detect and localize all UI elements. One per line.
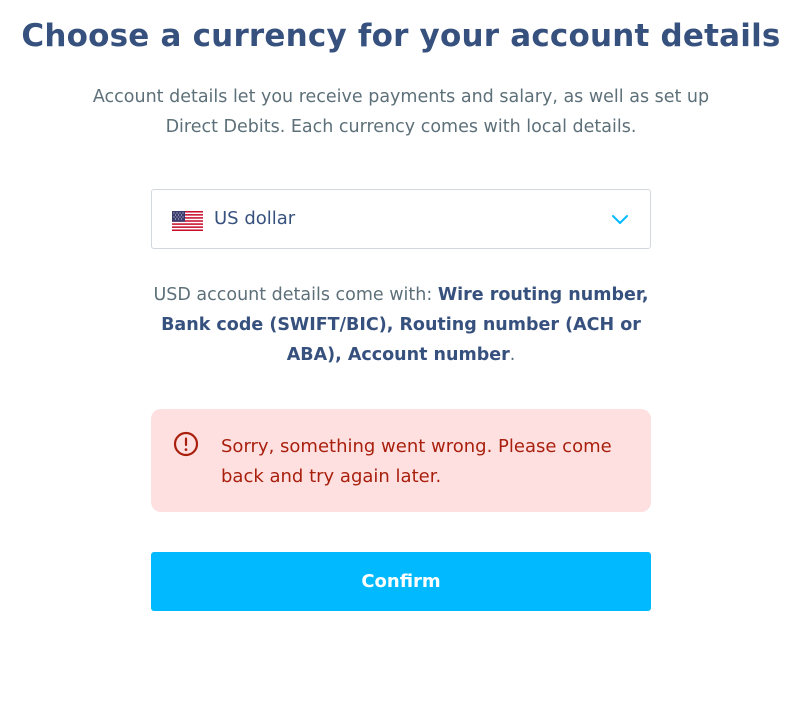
error-message: Sorry, something went wrong. Please come…: [221, 436, 612, 487]
confirm-button[interactable]: Confirm: [151, 552, 651, 611]
details-suffix: .: [509, 345, 516, 365]
chevron-down-icon: [612, 215, 628, 224]
selected-currency-label: US dollar: [214, 208, 296, 229]
currency-select[interactable]: US dollar: [151, 189, 651, 249]
intro-text: Account details let you receive payments…: [92, 87, 710, 137]
page-title: Choose a currency for your account detai…: [21, 18, 781, 54]
details-prefix: USD account details come with:: [153, 285, 438, 305]
error-circle-icon: [173, 431, 199, 457]
error-alert: Sorry, something went wrong. Please come…: [151, 409, 651, 512]
us-flag-icon: [172, 211, 203, 231]
account-details-description: USD account details come with: Wire rout…: [150, 280, 652, 370]
